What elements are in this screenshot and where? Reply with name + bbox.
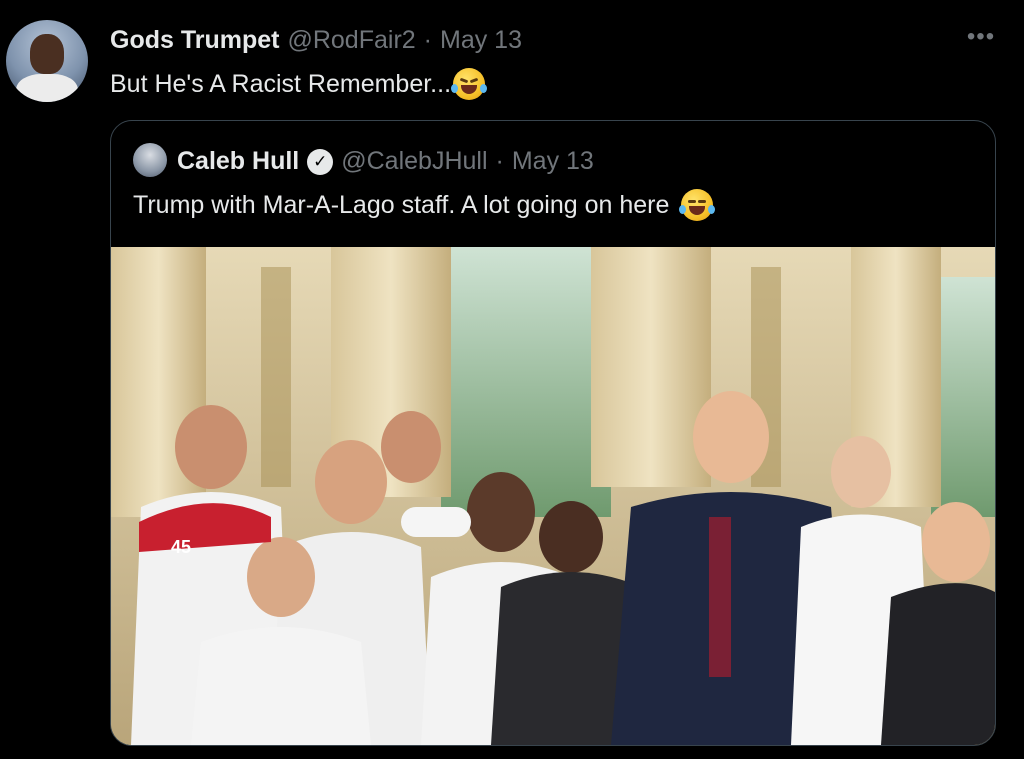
author-handle[interactable]: @RodFair2	[287, 26, 415, 55]
rolling-laughing-emoji-icon	[451, 68, 488, 100]
avatar-shirt	[16, 74, 78, 102]
tweet[interactable]: Gods Trumpet @RodFair2 · May 13 ••• But …	[0, 0, 1024, 759]
tweet-photo[interactable]: 45	[111, 247, 995, 745]
tweet-text: But He's A Racist Remember...	[110, 68, 488, 100]
quoted-author-avatar[interactable]	[133, 143, 167, 177]
verified-badge-icon: ✓	[307, 148, 334, 175]
tweet-header: Gods Trumpet @RodFair2 · May 13	[110, 26, 522, 56]
quoted-author-handle[interactable]: @CalebJHull	[341, 147, 487, 176]
quoted-tweet-text-content: Trump with Mar-A-Lago staff. A lot going…	[133, 190, 670, 219]
author-avatar[interactable]	[6, 20, 88, 102]
tweet-date[interactable]: May 13	[440, 26, 522, 55]
quoted-tweet-date[interactable]: May 13	[512, 147, 594, 176]
more-options-button[interactable]: •••	[966, 22, 996, 52]
quoted-tweet-header: Caleb Hull ✓ @CalebJHull · May 13	[177, 147, 594, 176]
quoted-header-separator: ·	[495, 147, 504, 175]
avatar-face	[30, 34, 64, 74]
cap-45-label: 45	[171, 537, 192, 557]
tweet-text-content: But He's A Racist Remember...	[110, 69, 452, 98]
tears-of-joy-emoji-icon	[679, 189, 716, 221]
header-separator: ·	[423, 26, 432, 54]
quoted-author-display-name[interactable]: Caleb Hull	[177, 147, 299, 176]
quoted-tweet-text: Trump with Mar-A-Lago staff. A lot going…	[133, 189, 716, 221]
author-display-name[interactable]: Gods Trumpet	[110, 26, 279, 55]
quoted-tweet-card[interactable]: Caleb Hull ✓ @CalebJHull · May 13 Trump …	[110, 120, 996, 746]
photo-illustration	[111, 247, 995, 745]
